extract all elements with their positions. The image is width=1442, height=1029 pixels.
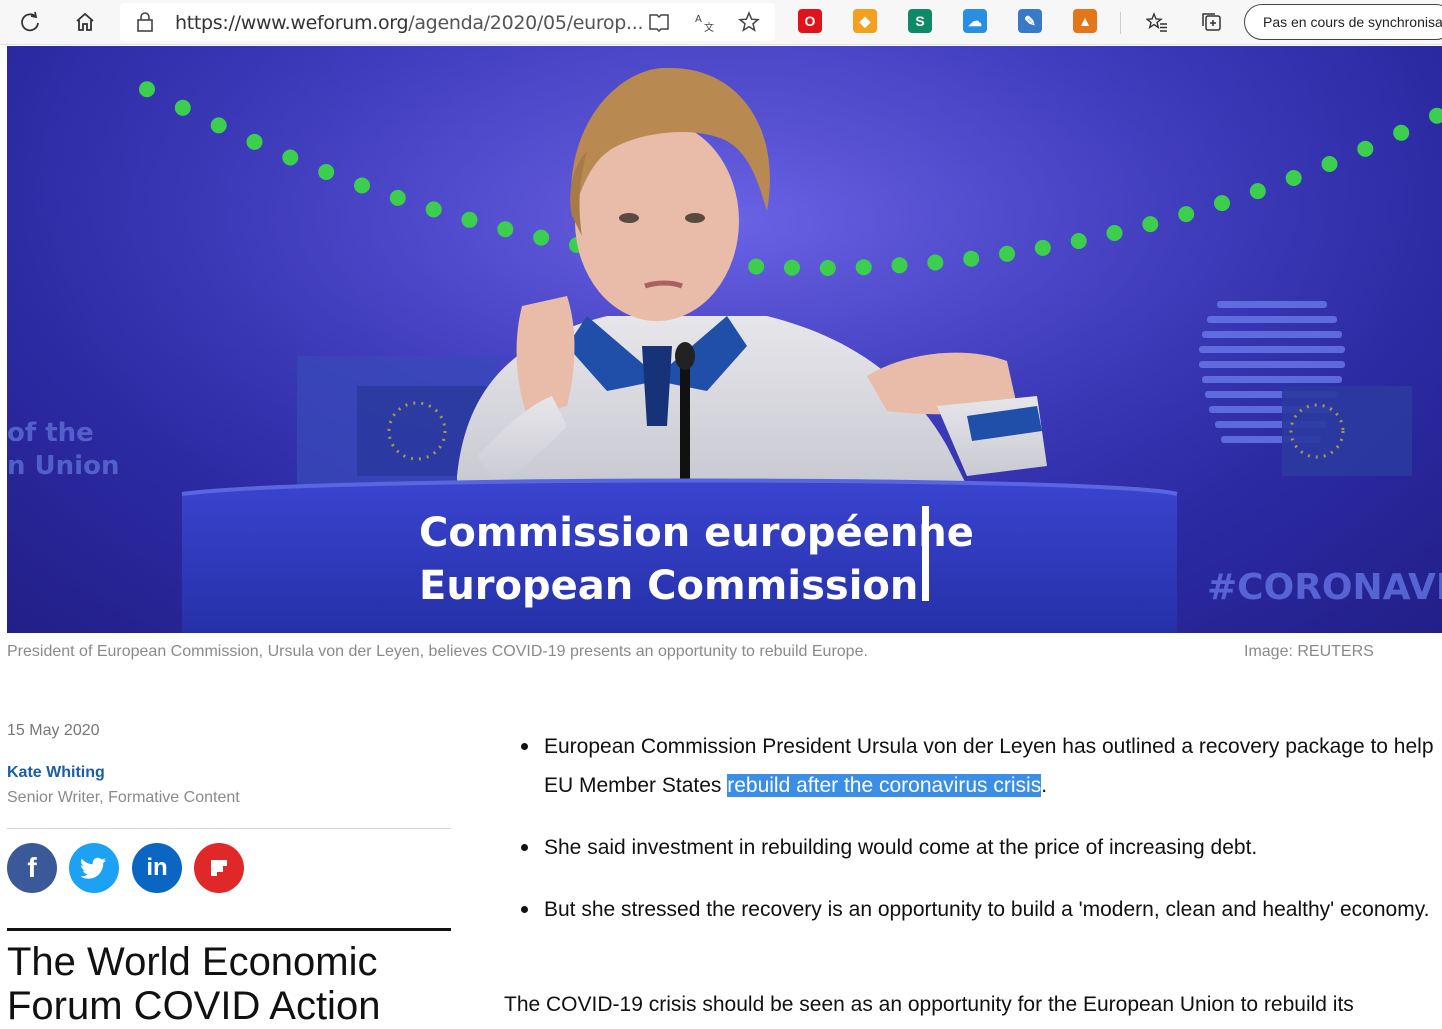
list-item: European Commission President Ursula von… [504,727,1434,805]
svg-text:A: A [695,14,702,25]
image-credit: Image: REUTERS [1244,643,1374,660]
translate-icon[interactable]: A文 [694,11,716,33]
hero-left-text-1: of the [7,418,94,448]
collections-icon[interactable] [1197,7,1227,37]
facebook-share-button[interactable]: f [7,843,57,893]
twitter-icon [81,857,106,879]
facebook-icon: f [27,852,37,883]
metamask-icon[interactable]: ▲ [1073,9,1097,33]
podium-line-2: European Commission [419,563,918,609]
s-extension-icon[interactable]: S [908,9,932,33]
hero-image: of the n Union Commission européenne Eur… [7,46,1442,633]
divider [7,828,451,829]
flipboard-share-button[interactable] [194,843,244,893]
decorative-dot [1070,233,1087,249]
toolbar-divider [1120,12,1121,34]
decorative-dot [1142,216,1159,233]
home-icon[interactable] [70,7,100,37]
decorative-dot [354,177,370,194]
list-item: She said investment in rebuilding would … [504,828,1434,867]
decorative-dot [533,229,550,246]
twitter-share-button[interactable] [69,843,119,893]
hero-illustration: of the n Union Commission européenne Eur… [7,46,1442,633]
publish-date: 15 May 2020 [7,722,100,739]
fish-icon[interactable]: ◆ [853,9,877,33]
decorative-dot [318,164,335,180]
immersive-reader-icon[interactable] [648,11,670,33]
decorative-dot [174,99,191,116]
key-points-list: European Commission President Ursula von… [504,727,1434,952]
decorative-dot [1106,225,1123,241]
image-caption: President of European Commission, Ursula… [7,643,868,660]
decorative-dot [1357,140,1374,157]
linkedin-share-button[interactable]: in [132,843,182,893]
decorative-dot [963,250,980,267]
article-paragraph: The COVID-19 crisis should be seen as an… [504,993,1354,1016]
decorative-dot [461,211,478,228]
section-title: The World Economic Forum COVID Action [7,940,381,1028]
decorative-dot [389,189,406,206]
decorative-dot [819,260,836,276]
opera-icon[interactable]: O [798,9,822,33]
linkedin-icon: in [146,854,168,881]
decorative-dot [999,245,1015,262]
author-name-link[interactable]: Kate Whiting [7,764,105,782]
decorative-dot [1214,195,1230,212]
lock-icon [136,11,154,38]
favorite-star-icon[interactable] [738,11,760,33]
decorative-dot [855,259,872,276]
decorative-dot [282,149,299,166]
sync-status-button[interactable]: Pas en cours de synchronisation [1244,4,1442,40]
browser-toolbar: https://www.weforum.org/agenda/2020/05/e… [0,0,1442,45]
podium-line-1: Commission européenne [419,510,974,556]
decorative-dot [139,81,155,98]
decorative-dot [784,259,800,276]
author-role: Senior Writer, Formative Content [7,789,240,806]
cloud-icon[interactable]: ☁ [963,9,987,33]
decorative-dot [246,133,263,150]
favorites-icon[interactable] [1142,7,1172,37]
url-text[interactable]: https://www.weforum.org/agenda/2020/05/e… [175,12,644,34]
decorative-dot [425,201,442,218]
list-item: But she stressed the recovery is an oppo… [504,890,1434,929]
decorative-dot [748,258,765,275]
decorative-dot [210,117,227,134]
decorative-dot [497,221,514,238]
decorative-dot [891,257,908,274]
rebuild-link[interactable]: rebuild after the coronavirus crisis [727,774,1042,797]
svg-text:文: 文 [704,21,714,33]
feather-icon[interactable]: ✎ [1018,9,1042,33]
decorative-dot [927,254,944,271]
flipboard-icon [211,860,227,876]
decorative-dot [1393,124,1410,141]
decorative-dot [1178,206,1195,223]
decorative-dot [1249,183,1266,200]
hero-left-text-2: n Union [7,451,119,481]
decorative-dot [1285,170,1302,186]
decorative-dot [1034,239,1051,256]
address-bar[interactable]: https://www.weforum.org/agenda/2020/05/e… [120,3,775,41]
refresh-icon[interactable] [15,7,45,37]
hero-right-text: #CORONAVI [1207,567,1442,608]
section-rule [7,928,451,931]
decorative-dot [1321,156,1338,172]
